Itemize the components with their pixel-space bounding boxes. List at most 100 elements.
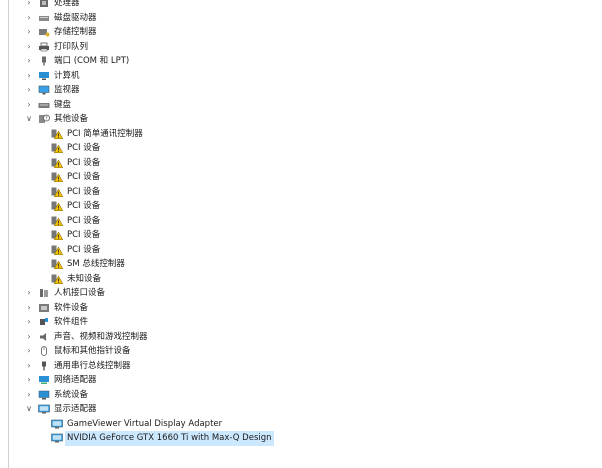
tree-category-row[interactable]: › 声音、视频和游戏控制器 (0, 330, 602, 345)
keyboard-icon (38, 100, 50, 110)
chevron-right-icon[interactable]: › (24, 0, 34, 11)
tree-item-label: 键盘 (54, 99, 72, 110)
tree-device-row[interactable]: PCI 设备 (0, 141, 602, 156)
tree-device-row[interactable]: 未知设备 (0, 272, 602, 287)
computer-icon (38, 71, 50, 81)
display-adapter-icon (51, 433, 63, 443)
tree-item-label: 磁盘驱动器 (54, 12, 97, 23)
tree-item-label: 处理器 (54, 0, 80, 8)
tree-device-row[interactable]: PCI 设备 (0, 185, 602, 200)
tree-category-row[interactable]: › 计算机 (0, 69, 602, 84)
warning-device-icon (51, 143, 63, 153)
monitor-icon (38, 85, 50, 95)
warning-device-icon (51, 230, 63, 240)
tree-category-row[interactable]: › 监视器 (0, 83, 602, 98)
chevron-right-icon[interactable]: › (24, 344, 34, 359)
display-adapter-icon (51, 419, 63, 429)
tree-device-row[interactable]: PCI 设备 (0, 199, 602, 214)
tree-item-label: 人机接口设备 (54, 288, 106, 298)
tree-category-row[interactable]: › 软件组件 (0, 315, 602, 330)
tree-item-label: PCI 设备 (67, 244, 101, 255)
tree-device-row[interactable]: PCI 设备 (0, 156, 602, 171)
chevron-right-icon[interactable]: › (24, 25, 34, 40)
tree-item-label: PCI 设备 (67, 230, 101, 240)
tree-device-row[interactable]: GameViewer Virtual Display Adapter (0, 417, 602, 432)
tree-category-row[interactable]: › 系统设备 (0, 388, 602, 403)
tree-category-row[interactable]: › 存储控制器 (0, 25, 602, 40)
warning-device-icon (51, 172, 63, 182)
system-device-icon (38, 390, 50, 400)
port-icon (38, 56, 50, 66)
chevron-down-icon[interactable]: ∨ (24, 402, 34, 417)
chevron-right-icon[interactable]: › (24, 373, 34, 388)
tree-category-row[interactable]: › 打印队列 (0, 40, 602, 55)
chevron-down-icon[interactable]: ∨ (24, 112, 34, 127)
tree-device-row[interactable]: PCI 设备 (0, 170, 602, 185)
tree-device-row[interactable]: PCI 设备 (0, 243, 602, 258)
tree-category-row[interactable]: › 键盘 (0, 98, 602, 113)
chevron-right-icon[interactable]: › (24, 98, 34, 113)
chevron-right-icon[interactable]: › (24, 54, 34, 69)
warning-device-icon (51, 245, 63, 255)
tree-device-row[interactable]: PCI 设备 (0, 228, 602, 243)
storage-controller-icon (38, 27, 50, 37)
chevron-right-icon[interactable]: › (24, 286, 34, 301)
tree-item-label: PCI 设备 (67, 215, 101, 226)
chevron-right-icon[interactable]: › (24, 40, 34, 55)
tree-category-row[interactable]: › 通用串行总线控制器 (0, 359, 602, 374)
tree-category-row[interactable]: ∨? 其他设备 (0, 112, 602, 127)
tree-item-label: 通用串行总线控制器 (54, 360, 131, 371)
tree-category-row[interactable]: › 人机接口设备 (0, 286, 602, 301)
chevron-right-icon[interactable]: › (24, 388, 34, 403)
tree-device-row[interactable]: PCI 设备 (0, 214, 602, 229)
chevron-right-icon[interactable]: › (24, 330, 34, 345)
tree-item-label: PCI 设备 (67, 143, 101, 153)
warning-device-icon (51, 259, 63, 269)
tree-item-label: 网络适配器 (54, 375, 97, 385)
tree-item-label: GameViewer Virtual Display Adapter (67, 418, 223, 429)
tree-category-row[interactable]: ∨ 显示适配器 (0, 402, 602, 417)
chevron-right-icon[interactable]: › (24, 83, 34, 98)
warning-device-icon (51, 216, 63, 226)
processor-icon (38, 0, 50, 8)
warning-device-icon (51, 274, 63, 284)
tree-category-row[interactable]: › 磁盘驱动器 (0, 11, 602, 26)
hid-icon (38, 288, 50, 298)
tree-item-label: PCI 设备 (67, 157, 101, 168)
tree-item-label: PCI 简单通讯控制器 (67, 128, 143, 139)
tree-item-label: 端口 (COM 和 LPT) (54, 56, 130, 66)
chevron-right-icon[interactable]: › (24, 359, 34, 374)
tree-item-label: 鼠标和其他指针设备 (54, 346, 131, 356)
software-component-icon (38, 317, 50, 327)
audio-icon (38, 332, 50, 342)
tree-item-label: SM 总线控制器 (67, 259, 125, 269)
chevron-right-icon[interactable]: › (24, 69, 34, 84)
tree-item-label: 其他设备 (54, 114, 89, 124)
tree-item-label: 监视器 (54, 85, 80, 95)
tree-category-row[interactable]: › 鼠标和其他指针设备 (0, 344, 602, 359)
tree-category-row[interactable]: › 处理器 (0, 0, 602, 11)
mouse-icon (38, 346, 50, 356)
tree-item-label: 打印队列 (54, 41, 89, 52)
tree-item-label: NVIDIA GeForce GTX 1660 Ti with Max-Q De… (65, 431, 274, 446)
tree-item-label: PCI 设备 (67, 201, 101, 211)
tree-category-row[interactable]: › 端口 (COM 和 LPT) (0, 54, 602, 69)
usb-icon (38, 361, 50, 371)
tree-device-row[interactable]: NVIDIA GeForce GTX 1660 Ti with Max-Q De… (0, 431, 602, 446)
warning-device-icon (51, 158, 63, 168)
other-devices-icon: ? (38, 114, 50, 124)
tree-item-label: PCI 设备 (67, 172, 101, 182)
warning-device-icon (51, 201, 63, 211)
warning-device-icon (51, 187, 63, 197)
tree-device-row[interactable]: SM 总线控制器 (0, 257, 602, 272)
tree-category-row[interactable]: › 网络适配器 (0, 373, 602, 388)
tree-item-label: PCI 设备 (67, 186, 101, 197)
chevron-right-icon[interactable]: › (24, 315, 34, 330)
chevron-right-icon[interactable]: › (24, 301, 34, 316)
chevron-right-icon[interactable]: › (24, 11, 34, 26)
printer-icon (38, 42, 50, 52)
tree-item-label: 计算机 (54, 70, 80, 81)
network-adapter-icon (38, 375, 50, 385)
tree-device-row[interactable]: PCI 简单通讯控制器 (0, 127, 602, 142)
tree-category-row[interactable]: › 软件设备 (0, 301, 602, 316)
